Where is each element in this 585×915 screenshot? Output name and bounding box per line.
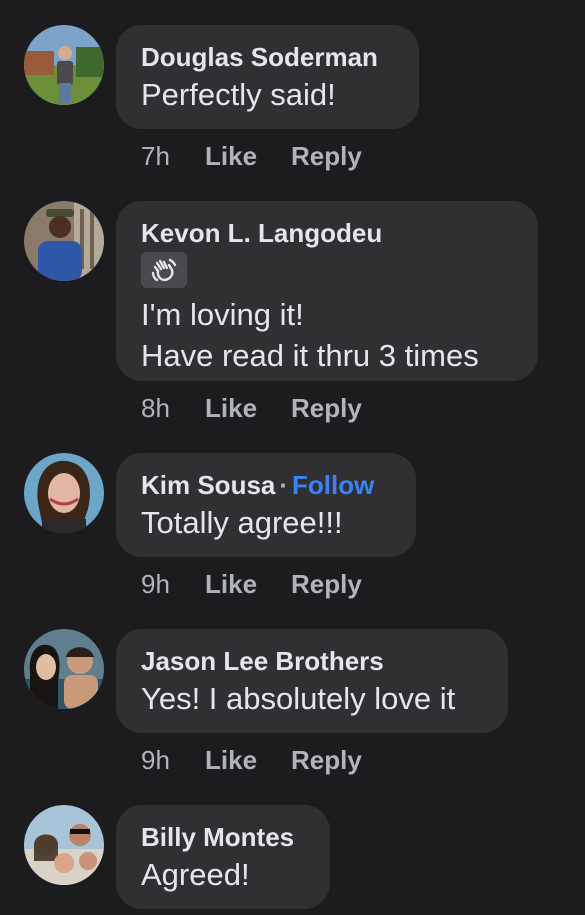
avatar[interactable] (24, 805, 104, 885)
comment-text: Yes! I absolutely love it (141, 681, 456, 716)
commenter-name[interactable]: Jason Lee Brothers (141, 646, 384, 676)
comment-actions: 9h Like Reply (141, 745, 362, 775)
comment-timestamp[interactable]: 7h (141, 141, 205, 171)
reply-button[interactable]: Reply (291, 569, 362, 599)
comment-timestamp[interactable]: 9h (141, 569, 205, 599)
commenter-name[interactable]: Kim Sousa (141, 470, 275, 500)
avatar[interactable] (24, 25, 104, 105)
comment-text: I'm loving it! (141, 297, 304, 332)
comment-bubble: Douglas Soderman Perfectly said! (116, 25, 419, 129)
avatar[interactable] (24, 201, 104, 281)
reply-button[interactable]: Reply (291, 141, 362, 171)
comment-text: Have read it thru 3 times (141, 338, 479, 373)
comment-text: Perfectly said! (141, 77, 336, 112)
follow-button[interactable]: Follow (292, 470, 374, 500)
waving-hand-icon (141, 252, 187, 288)
comment-actions: 9h Like Reply (141, 569, 362, 599)
comment-text: Agreed! (141, 857, 250, 892)
commenter-name[interactable]: Kevon L. Langodeu (141, 218, 382, 248)
like-button[interactable]: Like (205, 745, 257, 775)
comment-bubble: Billy Montes Agreed! (116, 805, 330, 909)
reply-button[interactable]: Reply (291, 393, 362, 423)
like-button[interactable]: Like (205, 141, 257, 171)
comment-bubble: Kevon L. Langodeu I'm loving it! Have re… (116, 201, 538, 381)
reply-button[interactable]: Reply (291, 745, 362, 775)
comment-text: Totally agree!!! (141, 505, 343, 540)
comment-timestamp[interactable]: 8h (141, 393, 205, 423)
separator-dot: · (279, 470, 289, 500)
comment-actions: 7h Like Reply (141, 141, 362, 171)
commenter-name[interactable]: Douglas Soderman (141, 42, 378, 72)
comment-bubble: Jason Lee Brothers Yes! I absolutely lov… (116, 629, 508, 733)
avatar[interactable] (24, 453, 104, 533)
comment-timestamp[interactable]: 9h (141, 745, 205, 775)
like-button[interactable]: Like (205, 569, 257, 599)
comment-bubble: Kim Sousa · Follow Totally agree!!! (116, 453, 416, 557)
like-button[interactable]: Like (205, 393, 257, 423)
avatar[interactable] (24, 629, 104, 709)
comment-actions: 8h Like Reply (141, 393, 362, 423)
commenter-name[interactable]: Billy Montes (141, 822, 294, 852)
